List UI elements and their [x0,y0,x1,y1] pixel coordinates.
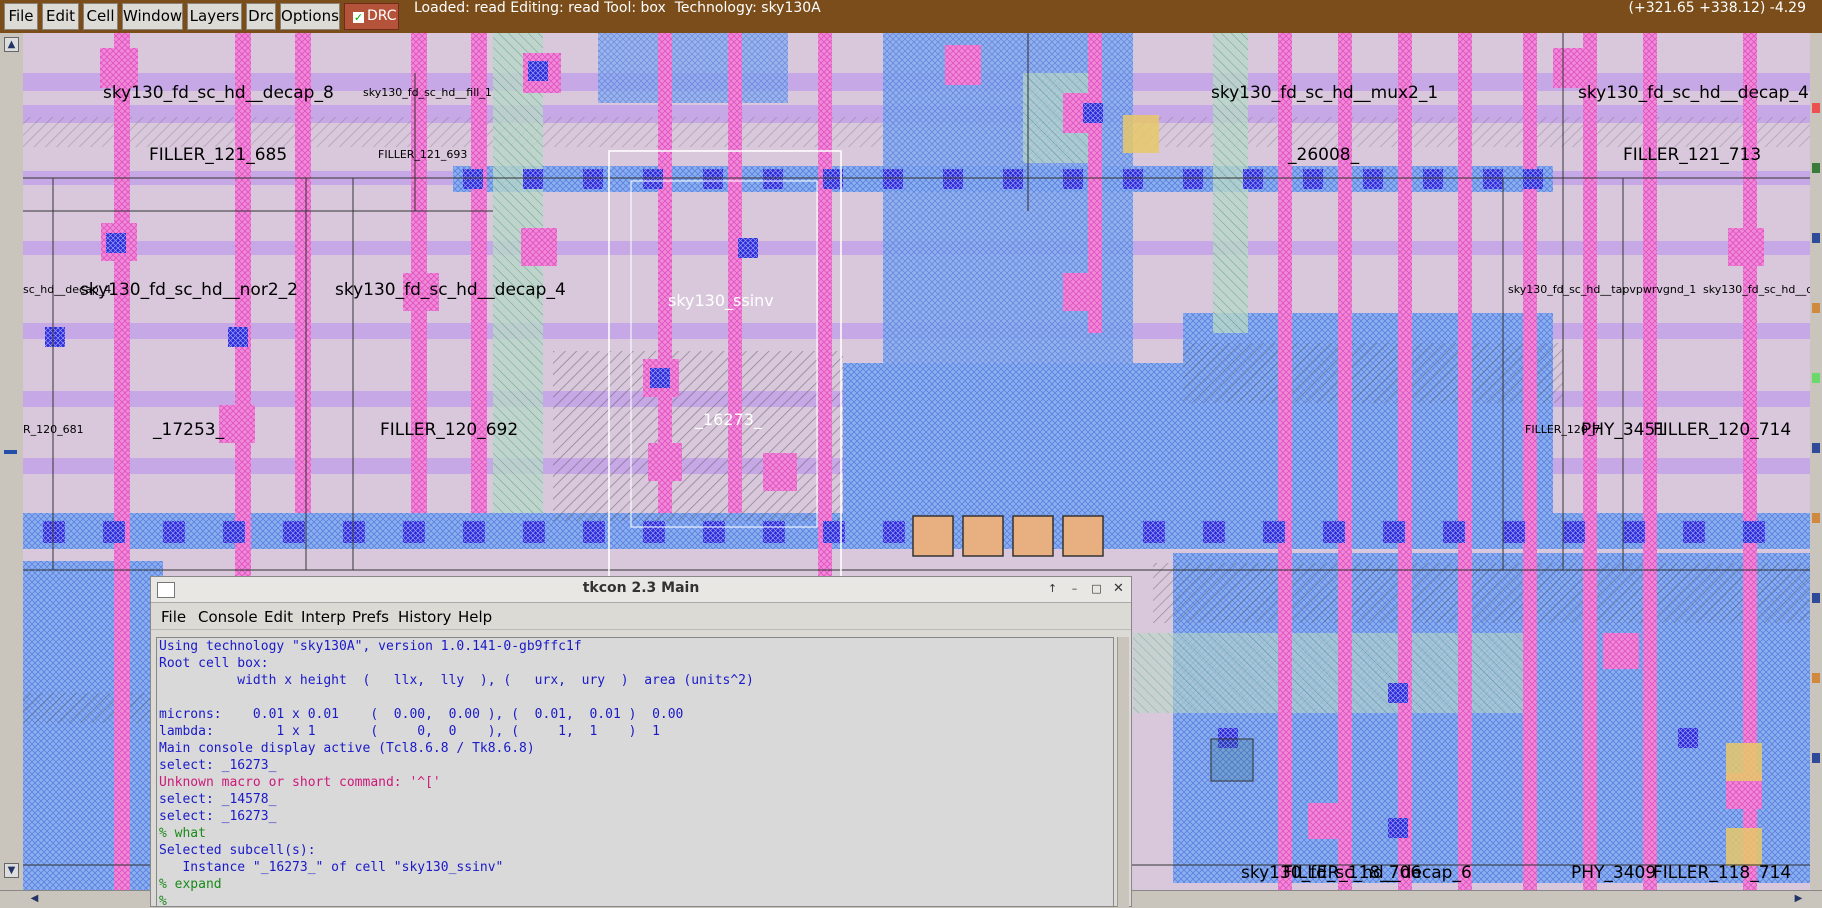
zoom-slider-handle[interactable] [4,450,17,454]
console-line: microns: 0.01 x 0.01 ( 0.00, 0.00 ), ( 0… [159,707,684,722]
tkcon-title: tkcon 2.3 Main [582,580,700,596]
layer-swatch[interactable] [1812,303,1820,313]
console-line: Root cell box: [159,656,269,671]
console-command: % expand [159,877,222,892]
cell-label: sky130_fd_sc_hd__fill_1 [363,86,492,99]
tkcon-titlebar[interactable]: tkcon 2.3 Main ↑ – □ ✕ [151,577,1131,603]
cursor-coordinates: (+321.65 +338.12) -4.29 [1628,0,1806,16]
tkcon-menu-help[interactable]: Help [458,608,492,626]
menu-options[interactable]: Options [280,3,340,30]
cell-label: PHY_3409 [1571,863,1657,883]
tkcon-menubar: File Console Edit Interp Prefs History H… [151,603,1131,630]
cell-label: FILLER_120_714 [1653,420,1792,440]
layer-palette[interactable] [1810,33,1822,907]
cell-label-selected: sky130_ssinv [668,291,774,310]
console-line: Instance "_16273_" of cell "sky130_ssinv… [159,860,504,875]
layer-swatch[interactable] [1812,753,1820,763]
cell-label: R_120_681 [23,423,84,436]
status-text: Loaded: read Editing: read Tool: box Tec… [414,0,821,16]
console-output[interactable]: Using technology "sky130A", version 1.0.… [156,637,1114,907]
instance-label-selected: _16273_ [695,410,762,429]
menu-drc[interactable]: Drc [246,3,276,30]
scroll-down-icon[interactable]: ▼ [4,863,19,878]
maximize-icon[interactable]: □ [1088,581,1105,597]
tkcon-menu-interp[interactable]: Interp [301,608,346,626]
console-line: Using technology "sky130A", version 1.0.… [159,639,582,654]
close-icon[interactable]: ✕ [1110,581,1127,597]
drc-label: DRC [367,8,397,24]
layer-swatch[interactable] [1812,103,1820,113]
tkcon-window[interactable]: tkcon 2.3 Main ↑ – □ ✕ File Console Edit… [150,576,1132,907]
console-line: select: _16273_ [159,758,277,773]
console-line: Main console display active (Tcl8.6.8 / … [159,741,535,756]
layer-swatch[interactable] [1812,443,1820,453]
layer-swatch[interactable] [1812,673,1820,683]
menu-window[interactable]: Window [122,3,183,30]
cell-label: FILLER_121_713 [1623,145,1762,165]
tkcon-menu-console[interactable]: Console [198,608,258,626]
drc-toggle[interactable]: ✓ DRC [344,3,399,30]
cell-label: sky130_fd_sc_hd__decap_4 [1578,83,1809,103]
scroll-left-icon[interactable]: ◀ [28,893,41,905]
menu-cell[interactable]: Cell [83,3,118,30]
minimize-icon[interactable]: – [1066,581,1083,597]
console-line: select: _14578_ [159,792,277,807]
cell-label: FILLER_121_685 [149,145,288,165]
console-line: lambda: 1 x 1 ( 0, 0 ), ( 1, 1 ) 1 [159,724,660,739]
shade-icon[interactable]: ↑ [1044,581,1061,597]
cell-label: sky130_fd_sc_hd__decap_4 [335,280,566,300]
console-command: % what [159,826,206,841]
console-line: select: _16273_ [159,809,277,824]
console-line: Selected subcell(s): [159,843,316,858]
cell-label: sky130_fd_sc_hd__tapvpwrvgnd_1 [1508,283,1697,296]
checkmark-icon: ✓ [353,11,364,24]
cell-label: sky130_fd_sc_hd__decap_4 [1703,283,1810,296]
menu-edit[interactable]: Edit [42,3,79,30]
layer-swatch[interactable] [1812,513,1820,523]
tkcon-menu-prefs[interactable]: Prefs [352,608,389,626]
vertical-scrollbar[interactable]: ▲ ▼ [0,33,24,907]
console-prompt[interactable]: % [157,893,1113,906]
layer-swatch[interactable] [1812,233,1820,243]
layer-swatch[interactable] [1812,163,1820,173]
tkcon-menu-file[interactable]: File [161,608,186,626]
magic-menubar: File Edit Cell Window Layers Drc Options… [0,0,1822,33]
menu-layers[interactable]: Layers [187,3,242,30]
cell-label: _26008_ [1288,145,1360,165]
cell-label: sky130_fd_sc_hd__decap_8 [103,83,334,103]
cell-label: sky130_fd_sc_hd__nor2_2 [80,280,298,300]
cell-label: FILLER_118_706 [1283,863,1422,883]
tkcon-menu-edit[interactable]: Edit [264,608,293,626]
layer-swatch[interactable] [1812,593,1820,603]
cell-label: sky130_fd_sc_hd__mux2_1 [1211,83,1439,103]
console-line-error: Unknown macro or short command: '^[' [159,775,441,790]
cell-label: _17253_ [153,420,225,440]
cell-label: FILLER_121_693 [378,148,468,161]
scroll-right-icon[interactable]: ▶ [1792,893,1805,905]
cell-label: FILLER_120_692 [380,420,519,440]
console-scrollbar[interactable] [1117,637,1129,907]
layer-swatch[interactable] [1812,373,1820,383]
tkcon-menu-history[interactable]: History [398,608,451,626]
cell-label: FILLER_118_714 [1653,863,1792,883]
scroll-up-icon[interactable]: ▲ [4,37,19,52]
console-line: width x height ( llx, lly ), ( urx, ury … [159,673,754,688]
menu-file[interactable]: File [4,3,38,30]
